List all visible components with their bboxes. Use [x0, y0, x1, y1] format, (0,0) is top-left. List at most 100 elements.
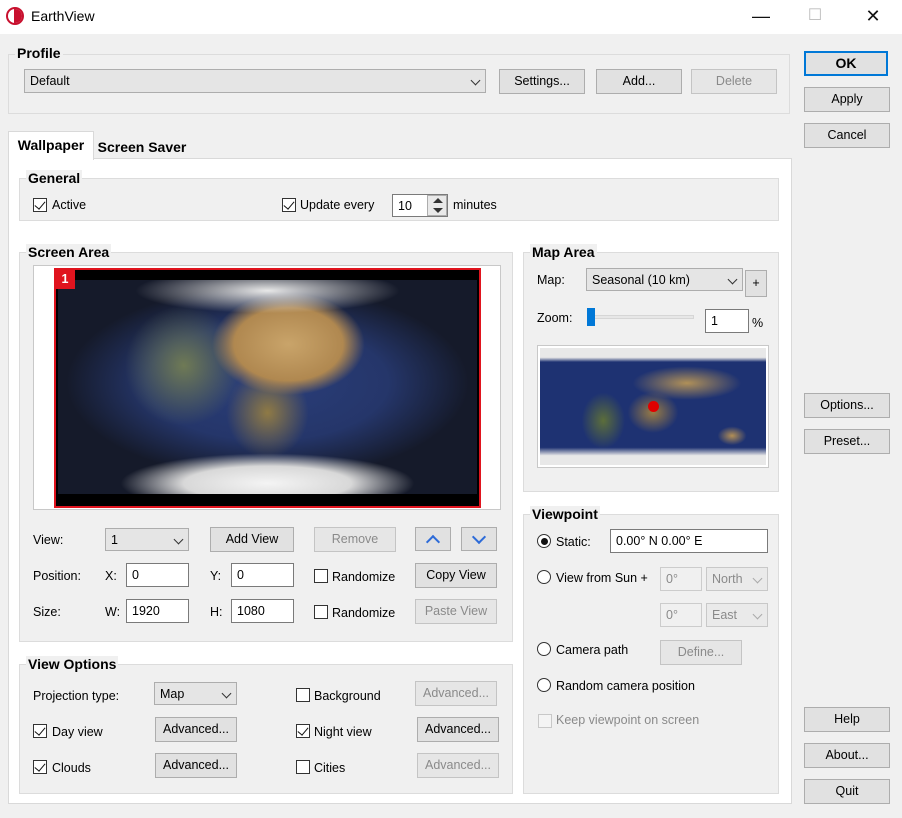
projection-type-value: Map	[160, 687, 185, 701]
camera-path-radio[interactable]	[537, 642, 551, 656]
spin-down-icon[interactable]	[433, 208, 443, 213]
chevron-down-icon	[752, 573, 763, 584]
remove-view-button[interactable]: Remove	[314, 527, 396, 552]
projection-type-label: Projection type:	[33, 689, 120, 703]
cities-checkbox[interactable]	[296, 760, 310, 774]
zoom-input[interactable]: 1	[705, 309, 749, 333]
active-label: Active	[52, 198, 87, 212]
screen-preview[interactable]: 1	[54, 268, 481, 508]
close-button[interactable]: ✕	[850, 0, 896, 34]
apply-button[interactable]: Apply	[804, 87, 890, 112]
update-interval-value: 10	[398, 199, 412, 213]
view-from-sun-radio[interactable]	[537, 570, 551, 584]
day-view-advanced-button[interactable]: Advanced...	[155, 717, 237, 742]
preset-button[interactable]: Preset...	[804, 429, 890, 454]
background-advanced-button[interactable]: Advanced...	[415, 681, 497, 706]
randomize-position-checkbox[interactable]	[314, 569, 328, 583]
size-w-input[interactable]: 1920	[126, 599, 189, 623]
map-preview[interactable]	[537, 345, 769, 468]
options-button[interactable]: Options...	[804, 393, 890, 418]
randomize-position-label: Randomize	[332, 570, 396, 584]
map-value: Seasonal (10 km)	[592, 273, 690, 287]
paste-view-button[interactable]: Paste View	[415, 599, 497, 624]
sun-latitude-input[interactable]: 0°	[660, 567, 702, 591]
keep-viewpoint-label: Keep viewpoint on screen	[556, 713, 700, 727]
view-dropdown[interactable]: 1	[105, 528, 189, 551]
chevron-down-icon	[752, 609, 763, 620]
night-view-label: Night view	[314, 725, 372, 739]
randomize-size-checkbox[interactable]	[314, 605, 328, 619]
interval-spinner[interactable]	[427, 195, 447, 216]
projection-type-dropdown[interactable]: Map	[154, 682, 237, 705]
tab-screen-saver[interactable]: Screen Saver	[94, 136, 190, 158]
cities-advanced-button[interactable]: Advanced...	[417, 753, 499, 778]
night-view-advanced-button[interactable]: Advanced...	[417, 717, 499, 742]
size-h-input[interactable]: 1080	[231, 599, 294, 623]
copy-view-button[interactable]: Copy View	[415, 563, 497, 588]
longitude-direction-value: East	[712, 608, 738, 622]
view-label: View:	[33, 533, 64, 547]
zoom-label: Zoom:	[537, 311, 573, 325]
static-radio[interactable]	[537, 534, 551, 548]
longitude-direction-dropdown[interactable]: East	[706, 603, 768, 627]
clouds-label: Clouds	[52, 761, 91, 775]
clouds-advanced-button[interactable]: Advanced...	[155, 753, 237, 778]
define-camera-path-button[interactable]: Define...	[660, 640, 742, 665]
clouds-checkbox[interactable]	[33, 760, 47, 774]
random-camera-radio[interactable]	[537, 678, 551, 692]
about-button[interactable]: About...	[804, 743, 890, 768]
quit-button[interactable]: Quit	[804, 779, 890, 804]
cancel-button[interactable]: Cancel	[804, 123, 890, 148]
random-camera-label: Random camera position	[556, 679, 695, 693]
viewpoint-label: Viewpoint	[530, 506, 600, 522]
night-view-checkbox[interactable]	[296, 724, 310, 738]
y-label: Y:	[210, 569, 222, 583]
latitude-direction-dropdown[interactable]: North	[706, 567, 768, 591]
minutes-label: minutes	[453, 198, 497, 212]
sun-longitude-input[interactable]: 0°	[660, 603, 702, 627]
profile-dropdown[interactable]: Default	[24, 69, 486, 93]
add-view-button[interactable]: Add View	[210, 527, 294, 552]
delete-profile-button[interactable]: Delete	[691, 69, 777, 94]
ok-button[interactable]: OK	[804, 51, 888, 76]
static-coords-input[interactable]: 0.00° N 0.00° E	[610, 529, 768, 553]
window-title: EarthView	[31, 8, 95, 24]
view-options-label: View Options	[26, 656, 119, 672]
position-x-input[interactable]: 0	[126, 563, 189, 587]
cities-label: Cities	[314, 761, 346, 775]
earthview-app-icon	[6, 7, 24, 25]
w-label: W:	[105, 605, 121, 619]
keep-viewpoint-checkbox[interactable]	[538, 714, 552, 728]
viewpoint-marker[interactable]	[648, 401, 659, 412]
active-checkbox[interactable]	[33, 198, 47, 212]
help-button[interactable]: Help	[804, 707, 890, 732]
move-down-button[interactable]	[461, 527, 497, 551]
zoom-slider-track[interactable]	[590, 315, 694, 319]
maximize-button[interactable]: ☐	[792, 0, 838, 34]
view-from-sun-label: View from Sun +	[556, 571, 648, 585]
settings-button[interactable]: Settings...	[499, 69, 585, 94]
view-value: 1	[111, 533, 118, 547]
add-map-button[interactable]: +	[745, 270, 767, 297]
screen-number-badge: 1	[55, 269, 75, 289]
chevron-down-icon	[470, 75, 481, 86]
move-up-button[interactable]	[415, 527, 451, 551]
camera-path-label: Camera path	[556, 643, 629, 657]
chevron-down-icon	[727, 274, 738, 285]
chevron-up-icon	[425, 534, 441, 550]
update-every-checkbox[interactable]	[282, 198, 296, 212]
spin-up-icon[interactable]	[433, 198, 443, 203]
background-checkbox[interactable]	[296, 688, 310, 702]
zoom-slider-thumb[interactable]	[587, 308, 595, 326]
position-y-input[interactable]: 0	[231, 563, 294, 587]
tab-wallpaper[interactable]: Wallpaper	[8, 131, 94, 160]
percent-label: %	[752, 316, 764, 330]
map-dropdown[interactable]: Seasonal (10 km)	[586, 268, 743, 291]
latitude-direction-value: North	[712, 572, 743, 586]
day-view-checkbox[interactable]	[33, 724, 47, 738]
chevron-down-icon	[221, 688, 232, 699]
add-profile-button[interactable]: Add...	[596, 69, 682, 94]
background-label: Background	[314, 689, 381, 703]
update-every-label: Update every	[300, 198, 375, 212]
minimize-button[interactable]: —	[738, 0, 784, 34]
